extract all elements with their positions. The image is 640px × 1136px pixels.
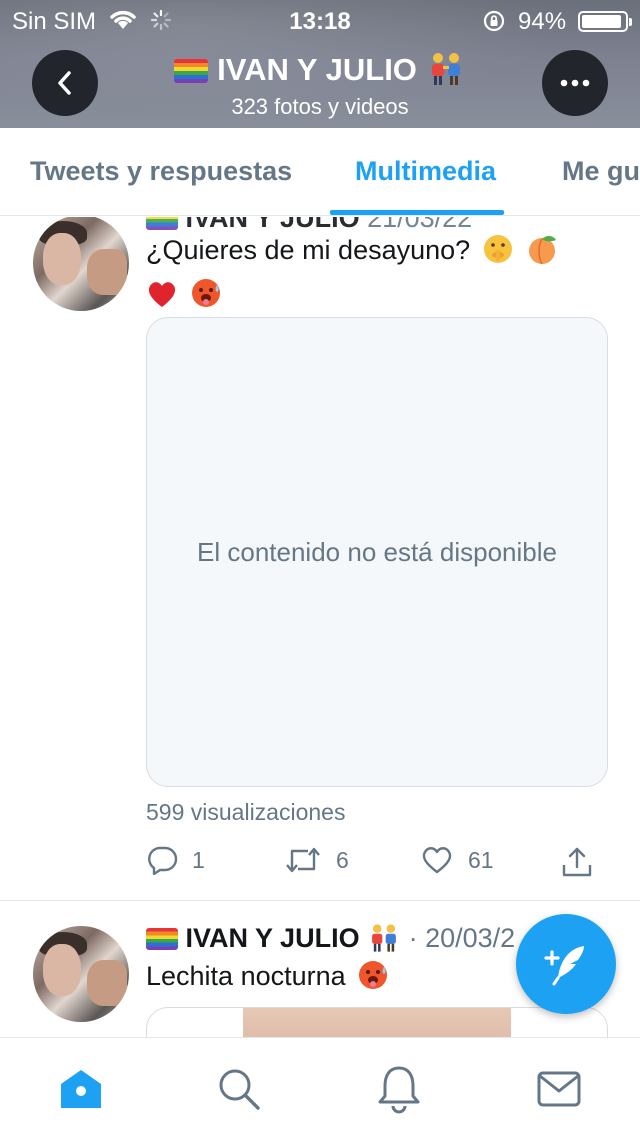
more-icon — [560, 79, 590, 87]
couple-emoji-icon — [367, 923, 401, 960]
tweet-text: ¿Quieres de mi desayuno? — [146, 231, 586, 319]
battery-icon — [578, 11, 632, 32]
profile-tabs: Tweets y respuestas Multimedia Me gu — [0, 128, 640, 216]
battery-percent: 94% — [518, 8, 567, 35]
compose-icon — [544, 946, 584, 986]
red-heart-emoji-icon — [146, 279, 178, 319]
rotation-lock-icon — [482, 9, 506, 40]
media-unavailable-card[interactable]: El contenido no está disponible — [146, 317, 608, 787]
tweet-text-content: ¿Quieres de mi desayuno? — [146, 235, 471, 265]
rainbow-flag-icon — [174, 59, 209, 83]
reply-icon — [148, 846, 178, 875]
tweet-date: · 20/03/2 — [408, 923, 516, 953]
share-button[interactable] — [560, 845, 594, 879]
home-icon — [61, 1070, 101, 1108]
tab-tweets-replies[interactable]: Tweets y respuestas — [30, 156, 292, 187]
view-count: 599 visualizaciones — [146, 799, 346, 825]
nav-notifications[interactable] — [374, 1064, 424, 1114]
tweet-media[interactable] — [146, 1007, 608, 1037]
more-button[interactable] — [542, 50, 608, 116]
profile-name-row: IVAN Y JULIO — [100, 52, 540, 94]
bell-icon — [378, 1066, 420, 1114]
heart-icon — [422, 847, 452, 874]
shushing-face-emoji-icon — [482, 233, 514, 275]
peach-emoji-icon — [525, 233, 559, 275]
avatar[interactable] — [33, 217, 129, 311]
tab-likes[interactable]: Me gu — [562, 156, 640, 187]
compose-tweet-button[interactable] — [516, 914, 616, 1014]
profile-title-block: IVAN Y JULIO 323 fotos y videos — [100, 52, 540, 120]
active-tab-indicator — [330, 210, 504, 215]
share-icon — [562, 847, 592, 877]
hot-face-emoji-icon — [357, 959, 389, 1001]
rainbow-flag-icon — [146, 928, 178, 950]
bottom-navigation — [0, 1037, 640, 1136]
profile-name: IVAN Y JULIO — [217, 52, 417, 87]
media-feed[interactable]: IVAN Y JULIO 21/03/22 ¿Quieres de mi des… — [0, 217, 640, 1037]
media-photo — [243, 1008, 511, 1037]
chevron-left-icon — [58, 71, 71, 95]
nav-messages[interactable] — [534, 1064, 584, 1114]
hot-face-emoji-icon — [190, 277, 222, 319]
like-button[interactable]: 61 — [420, 845, 494, 875]
avatar[interactable] — [33, 926, 129, 1022]
nav-search[interactable] — [214, 1064, 264, 1114]
tweet-divider — [0, 900, 640, 901]
tweet-actions: 1 6 61 — [146, 845, 606, 885]
profile-header: Sin SIM 13:18 94% IVAN Y JULIO 323 fotos… — [0, 0, 640, 128]
nav-home[interactable] — [56, 1064, 106, 1114]
tweet-header: IVAN Y JULIO · 20/03/2 — [146, 923, 515, 960]
tweet-text-content: Lechita nocturna — [146, 961, 346, 991]
tab-media[interactable]: Multimedia — [355, 156, 496, 187]
back-button[interactable] — [32, 50, 98, 116]
reply-count: 1 — [192, 846, 205, 873]
retweet-button[interactable]: 6 — [284, 845, 349, 875]
status-bar: Sin SIM 13:18 94% — [0, 0, 640, 40]
media-unavailable-text: El contenido no está disponible — [197, 536, 557, 567]
reply-button[interactable]: 1 — [146, 845, 205, 875]
media-count: 323 fotos y videos — [231, 94, 409, 119]
retweet-icon — [286, 847, 320, 873]
tweet-author[interactable]: IVAN Y JULIO — [186, 923, 360, 953]
search-icon — [219, 1069, 260, 1110]
rainbow-flag-icon — [146, 217, 178, 230]
couple-emoji-icon — [426, 52, 466, 94]
retweet-count: 6 — [336, 846, 349, 873]
like-count: 61 — [468, 846, 494, 873]
mail-icon — [537, 1071, 581, 1107]
